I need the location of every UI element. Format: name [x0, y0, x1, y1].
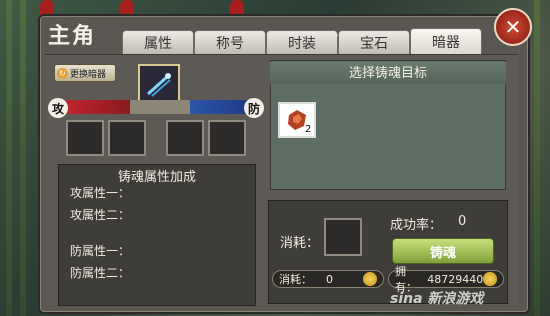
bamboo-decoration	[6, 0, 12, 316]
attack-slot-1[interactable]	[66, 120, 104, 156]
refresh-icon: ↻	[57, 67, 68, 79]
close-icon: ✕	[504, 15, 522, 39]
success-rate-value: 0	[458, 214, 467, 229]
hidden-weapon-icon	[146, 73, 171, 97]
consume-label: 消耗：	[279, 273, 312, 286]
cost-label: 消耗：	[280, 236, 320, 251]
bamboo-decoration	[20, 0, 26, 316]
defense-label: 防	[244, 98, 264, 118]
tab-gems[interactable]: 宝石	[338, 30, 410, 55]
consume-value: 0	[326, 272, 333, 286]
cost-item-slot[interactable]	[324, 218, 362, 256]
success-rate-label: 成功率：	[390, 218, 443, 233]
consume-pill: 消耗： 0	[272, 270, 384, 288]
sina-watermark: sina 新浪游戏	[390, 291, 484, 307]
attack-label: 攻	[48, 98, 68, 118]
defense-slot-1[interactable]	[166, 120, 204, 156]
center-bar	[130, 100, 190, 114]
attack-slot-2[interactable]	[108, 120, 146, 156]
attack-attribute-2: 攻属性二：	[70, 208, 131, 222]
forge-button[interactable]: 铸魂	[392, 238, 494, 264]
defense-attribute-1: 防属性一：	[70, 244, 131, 258]
tab-titles[interactable]: 称号	[194, 30, 266, 55]
swap-weapon-button[interactable]: ↻ 更换暗器	[54, 64, 116, 82]
tab-attributes[interactable]: 属性	[122, 30, 194, 55]
close-button[interactable]: ✕	[494, 8, 532, 46]
coin-icon	[483, 272, 497, 286]
coin-icon	[363, 272, 377, 286]
item-count: 2	[305, 124, 312, 135]
forge-target-title: 选择铸魂目标	[270, 62, 506, 84]
owned-pill: 拥有： 48729440	[388, 265, 504, 294]
attack-attribute-1: 攻属性一：	[70, 186, 131, 200]
tab-fashion[interactable]: 时装	[266, 30, 338, 55]
bamboo-decoration	[534, 0, 540, 316]
swap-weapon-label: 更换暗器	[70, 69, 107, 80]
panel-title: 主角	[48, 24, 97, 49]
forge-attribute-title: 铸魂属性加成	[117, 170, 196, 185]
defense-slot-2[interactable]	[208, 120, 246, 156]
tab-hidden-weapons[interactable]: 暗器	[410, 28, 482, 55]
attack-bar	[66, 100, 130, 114]
owned-value: 48729440	[427, 272, 484, 286]
defense-attribute-2: 防属性二：	[70, 266, 131, 280]
